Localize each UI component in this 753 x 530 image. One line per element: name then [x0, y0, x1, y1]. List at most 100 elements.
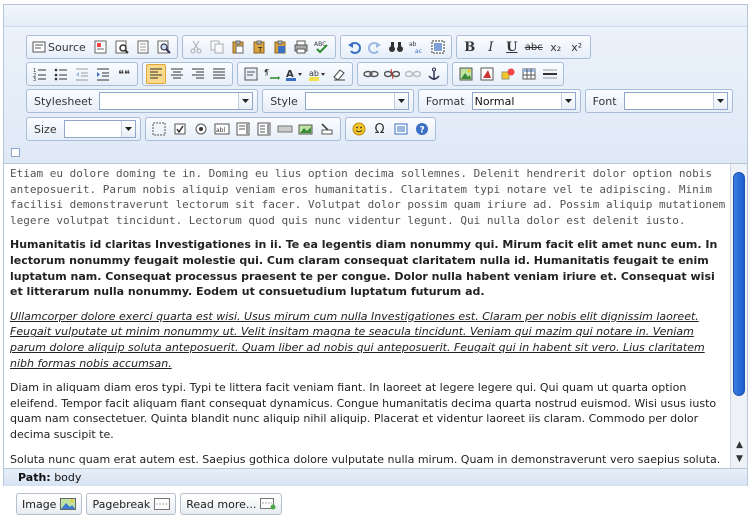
subscript-button[interactable]: x₂ — [546, 37, 566, 57]
align-justify-button[interactable] — [209, 64, 229, 84]
print-button[interactable] — [291, 37, 311, 57]
preview-button[interactable] — [112, 37, 132, 57]
hidden-field-button[interactable] — [317, 119, 337, 139]
select-all-icon — [431, 40, 445, 54]
anchor-remove-button[interactable] — [403, 64, 423, 84]
normal-paragraph: Diam in aliquam diam eros typi. Typi te … — [10, 381, 717, 441]
italic-button[interactable]: I — [481, 37, 501, 57]
smiley-button[interactable] — [349, 119, 369, 139]
select-all-button[interactable] — [428, 37, 448, 57]
strikethrough-button[interactable]: abc — [523, 37, 545, 57]
format-select[interactable]: Normal — [471, 92, 576, 110]
link-button[interactable] — [361, 64, 381, 84]
copy-button[interactable] — [207, 37, 227, 57]
image-insert-button[interactable] — [456, 64, 476, 84]
toolbar-row-4: Size abl Ω ? — [26, 116, 436, 142]
outdent-icon — [76, 68, 88, 81]
style-select[interactable] — [304, 92, 409, 110]
align-group — [142, 62, 233, 86]
toolbar-row-1: Source T ABC ab ac B I U abc x₂ x² — [26, 34, 591, 60]
div-icon — [244, 67, 258, 81]
picture-icon — [60, 498, 77, 510]
image-button-button[interactable] — [296, 119, 316, 139]
scroll-down-icon[interactable]: ▼ — [734, 454, 745, 465]
eraser-icon — [333, 69, 345, 81]
print-preview-button[interactable] — [154, 37, 174, 57]
text-field-icon: abl — [214, 123, 230, 135]
iframe-button[interactable] — [391, 119, 411, 139]
scrollbar-thumb[interactable] — [733, 172, 745, 396]
paste-text-button[interactable]: T — [249, 37, 269, 57]
read-more-button[interactable]: Read more... — [180, 493, 283, 515]
size-select[interactable] — [63, 120, 136, 138]
svg-text:ac: ac — [415, 48, 422, 54]
special-char-button[interactable]: Ω — [370, 119, 390, 139]
document-icon — [137, 40, 149, 54]
spellcheck-button[interactable]: ABC — [312, 37, 332, 57]
clipboard-icon — [232, 40, 244, 54]
shapes-icon — [501, 68, 515, 80]
bulleted-list-button[interactable] — [51, 64, 71, 84]
editor-content[interactable]: Etiam eu dolore doming te in. Doming eu … — [4, 164, 747, 468]
scroll-up-icon[interactable]: ▲ — [734, 440, 745, 451]
div-container-button[interactable] — [241, 64, 261, 84]
templates-button[interactable] — [133, 37, 153, 57]
path-value[interactable]: body — [54, 471, 81, 484]
find-button[interactable] — [386, 37, 406, 57]
button-field-button[interactable] — [275, 119, 295, 139]
bold-button[interactable]: B — [460, 37, 480, 57]
editor-extra-buttons: Image Pagebreak Read more... — [16, 493, 283, 515]
align-right-button[interactable] — [188, 64, 208, 84]
superscript-button[interactable]: x² — [567, 37, 587, 57]
source-label: Source — [48, 40, 86, 54]
underline-button[interactable]: U — [502, 37, 522, 57]
form-button[interactable] — [149, 119, 169, 139]
style-group: Style — [262, 89, 414, 113]
image-button[interactable]: Image — [16, 493, 83, 515]
radio-button[interactable] — [191, 119, 211, 139]
anchor-button[interactable] — [424, 64, 444, 84]
paste-word-button[interactable] — [270, 37, 290, 57]
select-field-button[interactable] — [254, 119, 274, 139]
align-center-button[interactable] — [167, 64, 187, 84]
indent-button[interactable] — [93, 64, 113, 84]
chevron-down-icon — [393, 93, 408, 109]
font-select[interactable] — [623, 92, 728, 110]
direction-color-group: ¶ A ab — [237, 62, 353, 86]
about-button[interactable]: ? — [412, 119, 432, 139]
smiley-insert-button[interactable] — [498, 64, 518, 84]
remove-format-button[interactable] — [329, 64, 349, 84]
toolbar-collapse-button[interactable] — [11, 148, 20, 157]
unlink-button[interactable] — [382, 64, 402, 84]
text-field-button[interactable]: abl — [212, 119, 232, 139]
text-color-button[interactable]: A — [283, 64, 305, 84]
flash-button[interactable] — [477, 64, 497, 84]
numbered-list-button[interactable]: 123 — [30, 64, 50, 84]
bidi-button[interactable]: ¶ — [262, 64, 282, 84]
pagebreak-button[interactable]: Pagebreak — [86, 493, 177, 515]
numbered-list-icon: 123 — [33, 68, 46, 81]
blockquote-button[interactable]: ❝❝ — [114, 64, 134, 84]
background-color-button[interactable]: ab — [306, 64, 328, 84]
iframe-icon — [394, 123, 408, 135]
toolbar-row-2: 123 ❝❝ ¶ A ab — [26, 61, 564, 87]
paste-button[interactable] — [228, 37, 248, 57]
svg-text:ab: ab — [309, 69, 319, 78]
image-button-icon — [298, 124, 313, 135]
align-left-button[interactable] — [146, 64, 166, 84]
save-template-button[interactable] — [91, 37, 111, 57]
source-button[interactable]: Source — [30, 37, 90, 57]
horizontal-rule-button[interactable] — [540, 64, 560, 84]
outdent-button[interactable] — [72, 64, 92, 84]
replace-button[interactable]: ab ac — [407, 37, 427, 57]
stylesheet-select[interactable] — [99, 92, 254, 110]
textarea-button[interactable] — [233, 119, 253, 139]
content-scrollbar[interactable]: ▲ ▼ — [730, 164, 747, 468]
table-button[interactable] — [519, 64, 539, 84]
undo-button[interactable] — [344, 37, 364, 57]
cut-button[interactable] — [186, 37, 206, 57]
redo-button[interactable] — [365, 37, 385, 57]
checkbox-button[interactable] — [170, 119, 190, 139]
svg-text:abl: abl — [216, 127, 225, 134]
read-more-button-label: Read more... — [186, 497, 257, 511]
